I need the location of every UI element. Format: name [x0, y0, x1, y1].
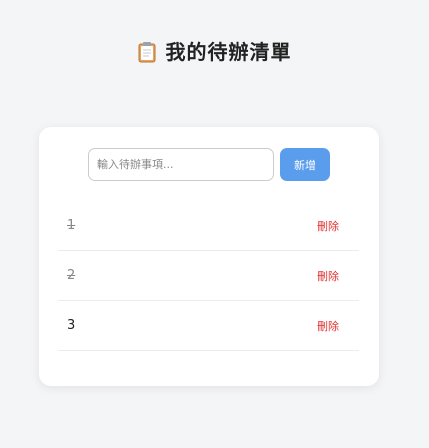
todo-text[interactable]: 1 [67, 218, 75, 233]
todo-card: 新增 1 刪除 2 刪除 3 刪除 [39, 127, 379, 386]
list-item[interactable]: 3 刪除 [58, 301, 359, 351]
todo-input[interactable] [88, 148, 274, 181]
list-item[interactable]: 2 刪除 [58, 251, 359, 301]
add-button[interactable]: 新增 [280, 148, 330, 181]
list-item[interactable]: 1 刪除 [58, 201, 359, 251]
delete-button[interactable]: 刪除 [317, 218, 339, 234]
todo-list: 1 刪除 2 刪除 3 刪除 [58, 201, 359, 351]
delete-button[interactable]: 刪除 [317, 268, 339, 284]
delete-button[interactable]: 刪除 [317, 318, 339, 334]
todo-text[interactable]: 2 [67, 268, 75, 283]
clipboard-icon [138, 42, 155, 63]
todo-text[interactable]: 3 [67, 318, 75, 333]
page-title-text: 我的待辦清單 [165, 40, 292, 64]
page-title: 我的待辦清單 [0, 36, 429, 65]
